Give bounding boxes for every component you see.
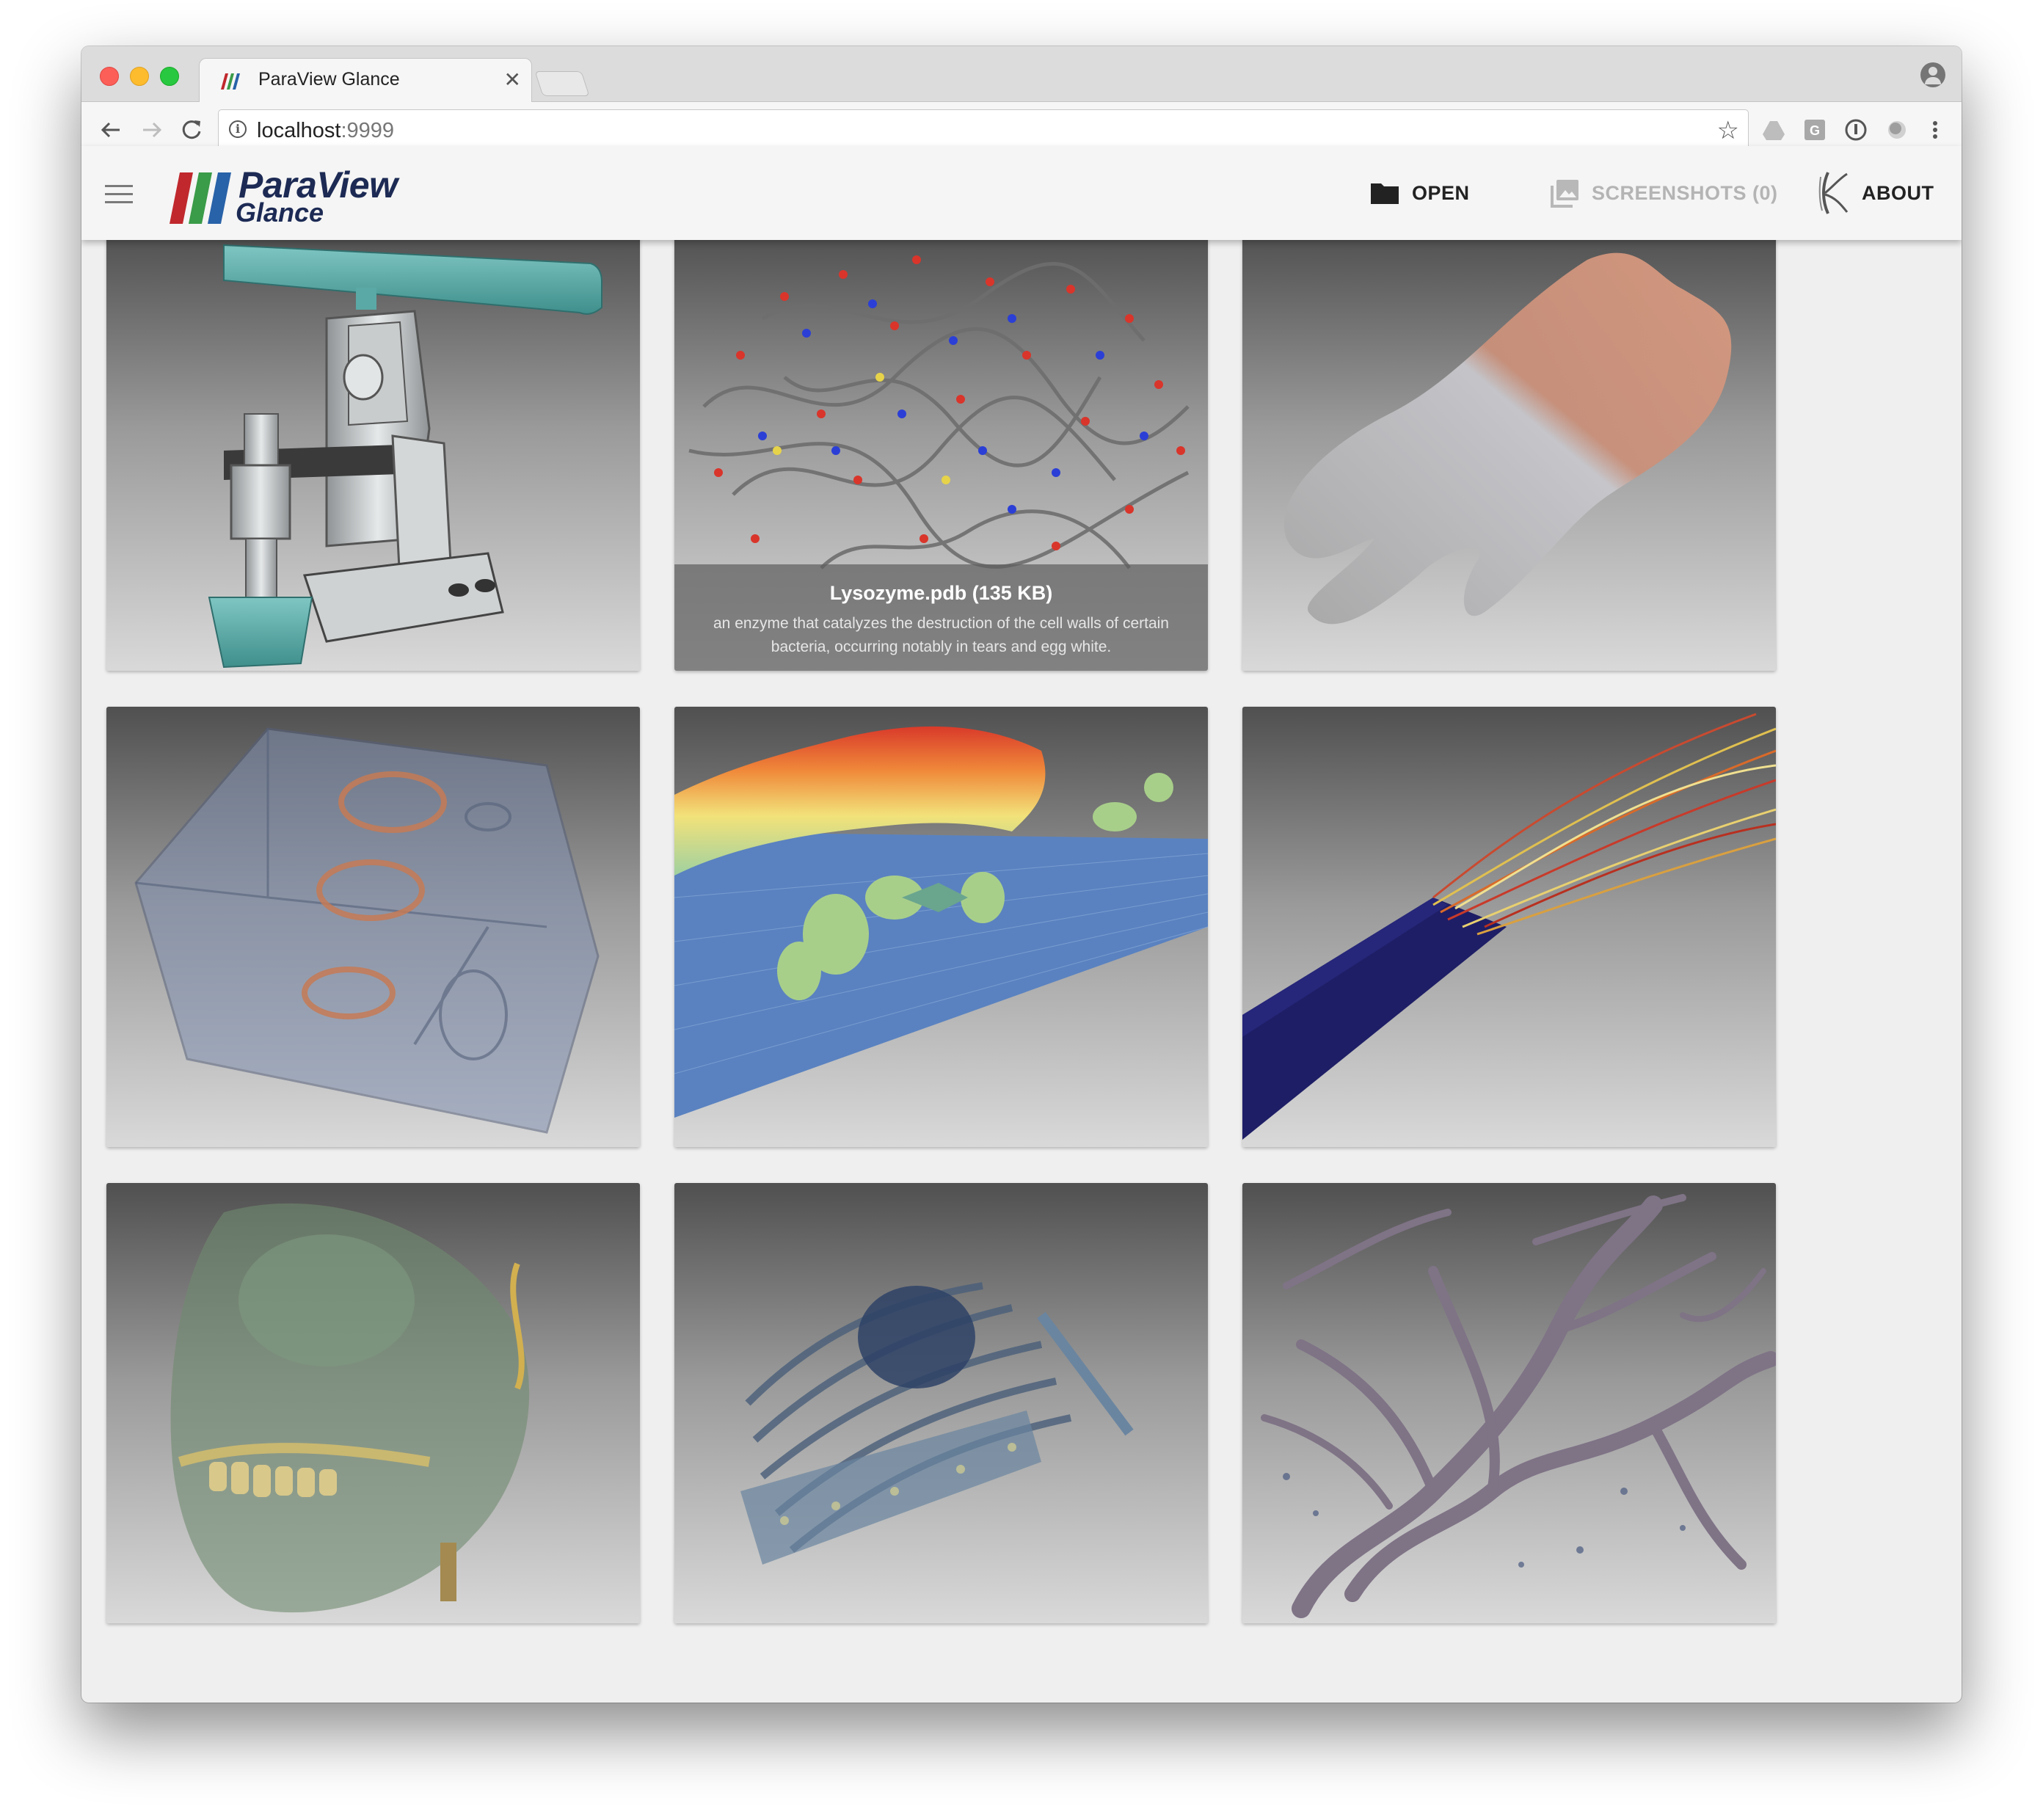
close-tab-icon[interactable]: ✕ — [504, 68, 521, 92]
tab-title: ParaView Glance — [258, 69, 400, 90]
screenshots-label: SCREENSHOTS (0) — [1592, 181, 1778, 204]
gallery-item-skull[interactable] — [106, 1183, 640, 1623]
tab-strip: ParaView Glance ✕ — [81, 46, 1962, 103]
back-arrow-icon[interactable] — [95, 114, 127, 146]
logo-stripes-icon — [170, 172, 231, 224]
vise-clamp-render-icon — [208, 244, 602, 669]
gallery-item-chest-ct[interactable] — [674, 1183, 1208, 1623]
gallery-item-lysozyme[interactable]: Lysozyme.pdb (135 KB) an enzyme that cat… — [674, 230, 1208, 671]
screenshots-icon — [1551, 180, 1578, 208]
folder-icon — [1371, 183, 1399, 204]
item-title: Lysozyme.pdb (135 KB) — [829, 582, 1053, 604]
blood-vessels-render-icon — [1261, 1194, 1776, 1618]
paraview-glance-logo: ParaView Glance — [168, 162, 410, 228]
circle-extension-icon[interactable] — [1885, 118, 1909, 142]
sample-gallery: Lysozyme.pdb (135 KB) an enzyme that cat… — [106, 230, 1776, 1623]
item-description: an enzyme that catalyzes the destruction… — [713, 615, 1169, 655]
tooth-render-icon — [1283, 252, 1732, 625]
close-window-button[interactable] — [100, 67, 119, 86]
paraview-favicon-icon — [221, 73, 240, 90]
site-info-icon[interactable]: i — [229, 120, 247, 138]
gallery-item-engine-block[interactable] — [106, 707, 640, 1147]
url-text: localhost:9999 — [257, 119, 395, 142]
maximize-window-button[interactable] — [160, 67, 179, 86]
reload-icon[interactable] — [175, 114, 208, 146]
app-header: ParaView Glance OPEN SCREENSHOTS (0) ABO… — [81, 146, 1962, 240]
about-label: ABOUT — [1862, 181, 1934, 204]
open-button[interactable]: OPEN — [1369, 146, 1470, 240]
chest-ct-render-icon — [740, 1282, 1134, 1565]
logo-subtitle: Glance — [236, 197, 324, 228]
password-extension-icon[interactable] — [1844, 118, 1868, 142]
forward-arrow-icon[interactable] — [136, 114, 168, 146]
screenshots-button[interactable]: SCREENSHOTS (0) — [1551, 146, 1778, 240]
engine-block-render-icon — [134, 727, 600, 1134]
browser-menu-icon[interactable] — [1923, 118, 1947, 142]
gallery-item-vise[interactable] — [106, 230, 640, 671]
drive-extension-icon[interactable] — [1762, 118, 1785, 142]
about-button[interactable]: ABOUT — [1818, 146, 1934, 240]
bookmark-star-icon[interactable]: ☆ — [1717, 116, 1739, 145]
minimize-window-button[interactable] — [130, 67, 149, 86]
open-label: OPEN — [1412, 181, 1470, 204]
kitware-icon — [1818, 172, 1849, 214]
streamlines-render-icon — [1242, 713, 1776, 1140]
gallery-item-lidar[interactable] — [674, 707, 1208, 1147]
hamburger-menu-icon[interactable] — [105, 185, 133, 204]
browser-tab[interactable]: ParaView Glance ✕ — [199, 58, 532, 103]
item-info-overlay: Lysozyme.pdb (135 KB) an enzyme that cat… — [674, 564, 1208, 671]
new-tab-button[interactable] — [534, 71, 590, 96]
grammar-extension-icon[interactable]: G — [1803, 118, 1827, 142]
gallery-item-tooth[interactable] — [1242, 230, 1776, 671]
gallery-item-streamlines[interactable] — [1242, 707, 1776, 1147]
gallery-item-blood-vessels[interactable] — [1242, 1183, 1776, 1623]
profile-icon[interactable] — [1920, 62, 1945, 87]
svg-text:G: G — [1810, 123, 1820, 138]
lidar-terrain-render-icon — [674, 726, 1208, 1118]
skull-render-icon — [170, 1203, 530, 1613]
